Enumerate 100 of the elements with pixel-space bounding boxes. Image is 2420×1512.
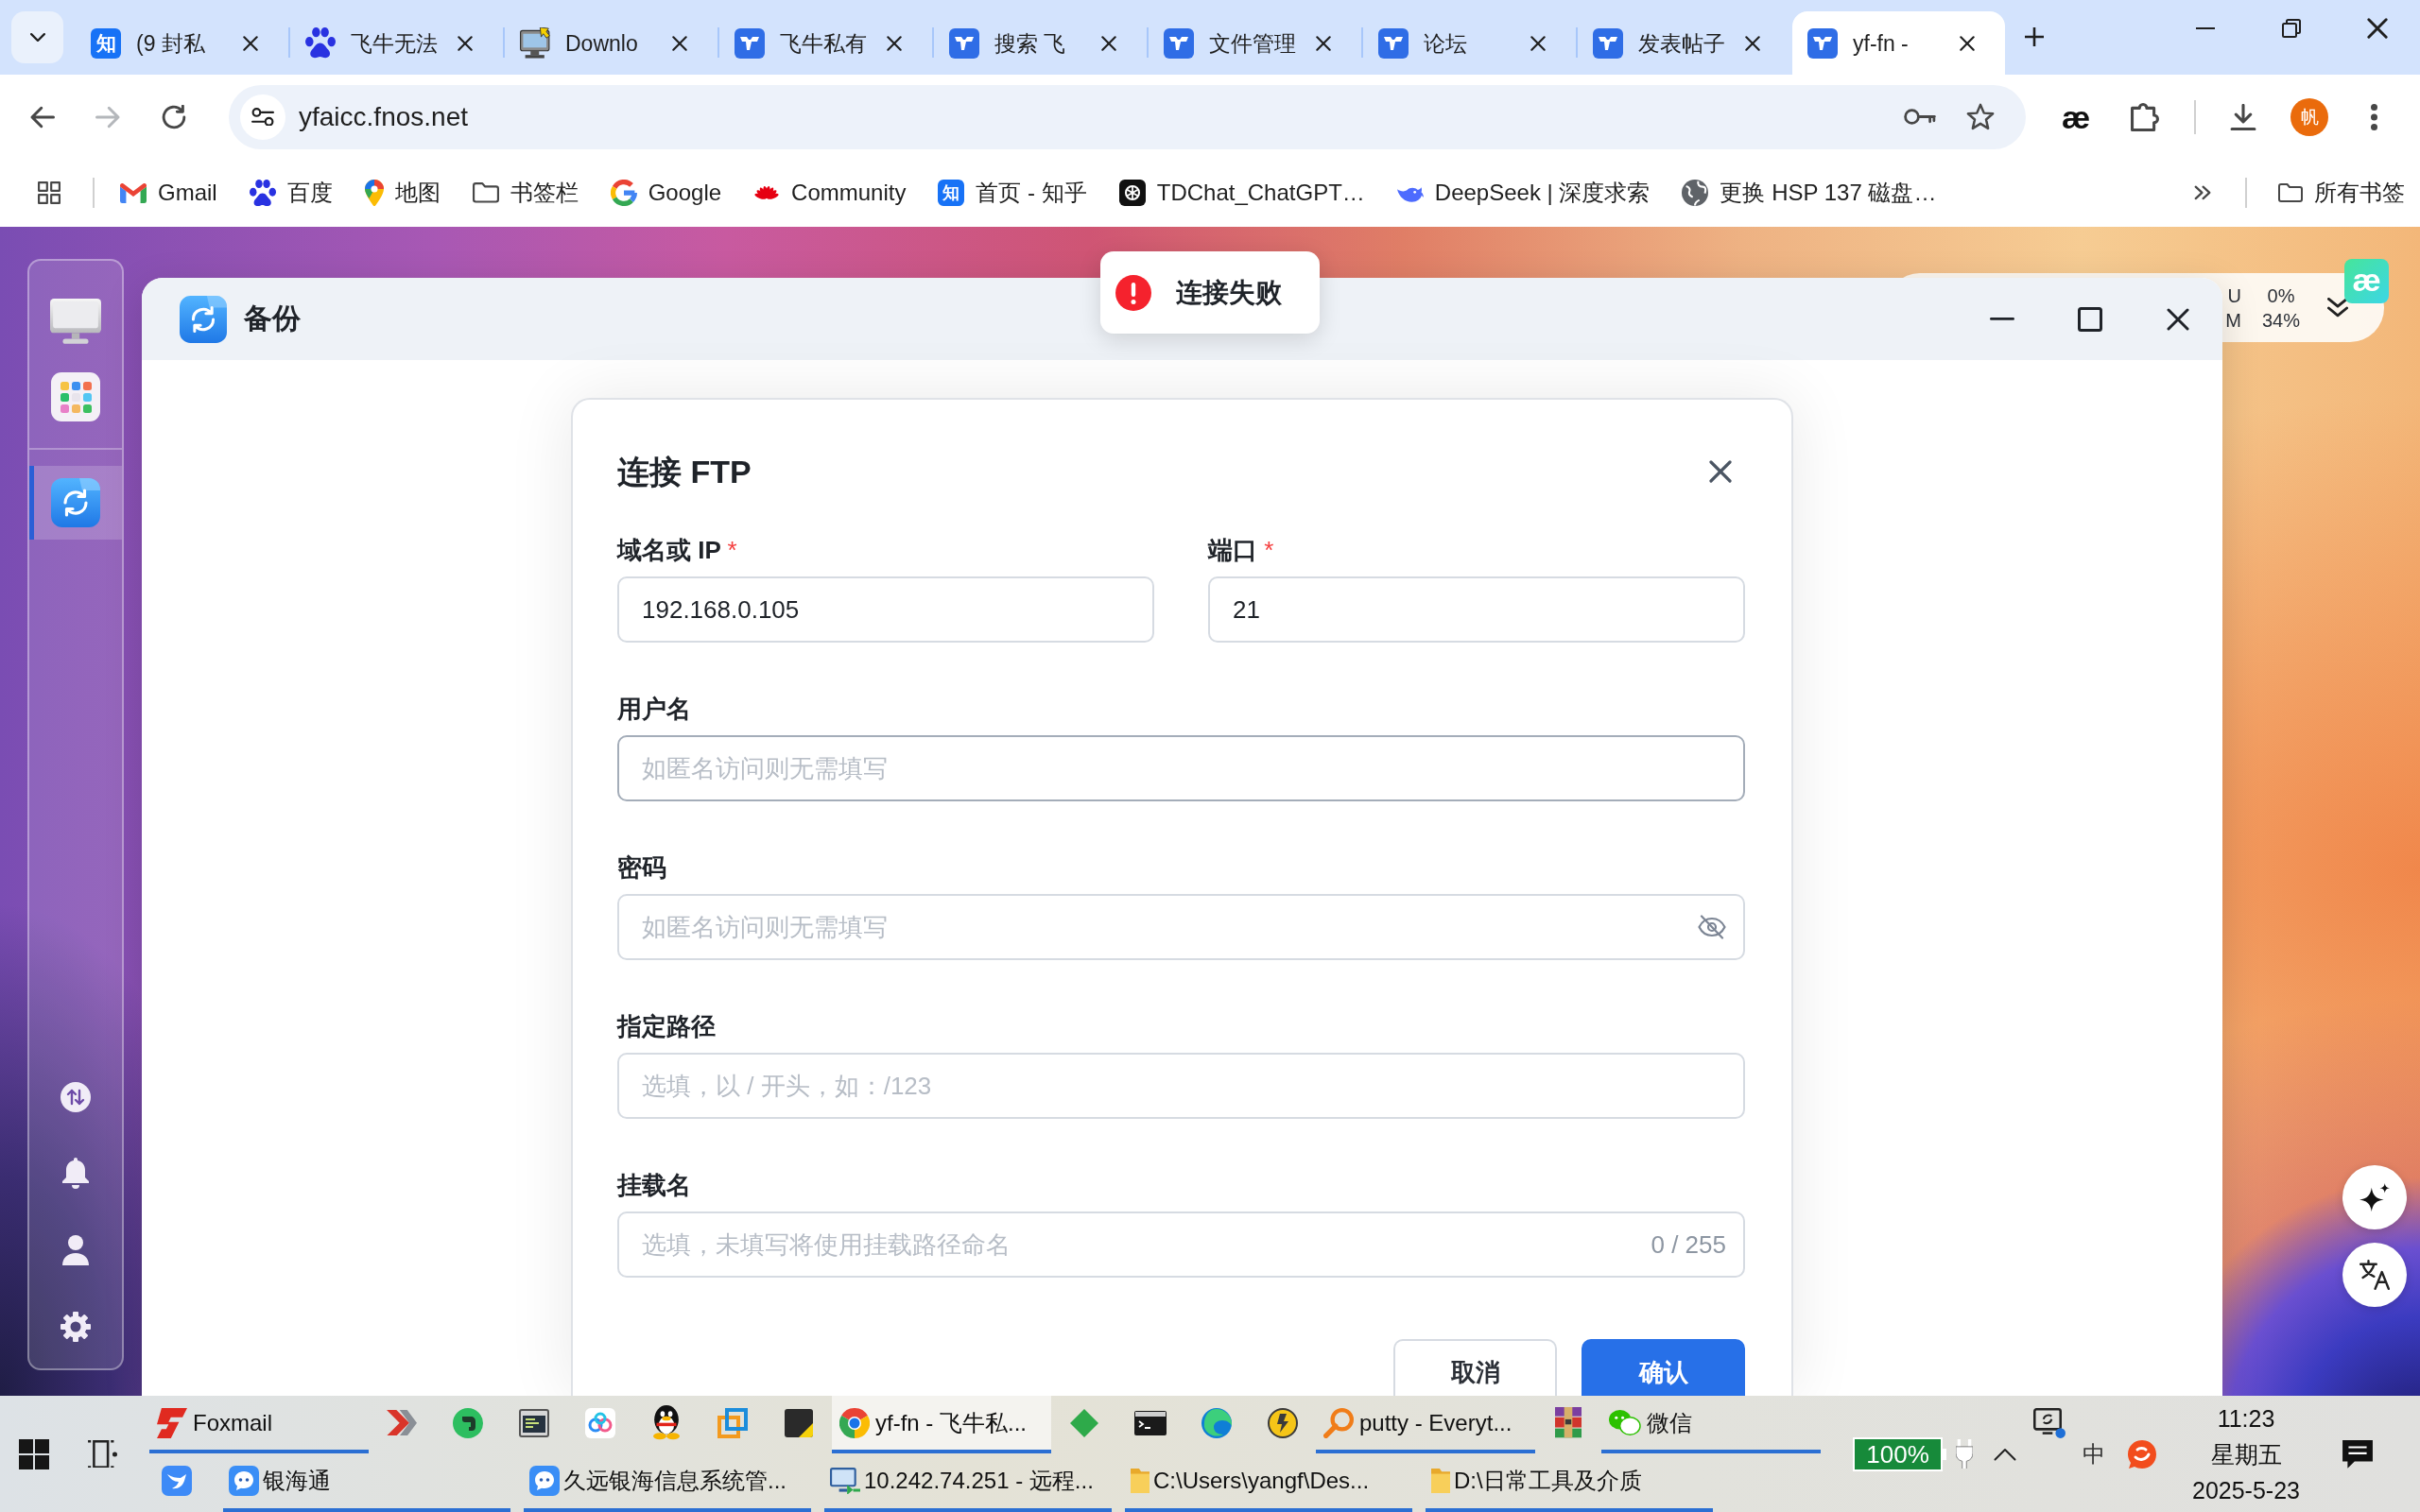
browser-tab[interactable]: 搜索 飞 xyxy=(934,11,1147,75)
browser-tab[interactable]: 飞牛无法 xyxy=(290,11,503,75)
taskbar-item[interactable]: Foxmail xyxy=(149,1396,369,1453)
field-label: 密码 xyxy=(617,852,667,884)
close-icon xyxy=(1709,460,1732,483)
cancel-button[interactable]: 取消 xyxy=(1393,1339,1557,1396)
dialog-title: 连接 FTP xyxy=(617,453,752,491)
horns-logo-icon xyxy=(1593,27,1623,59)
terminal-icon xyxy=(1134,1410,1167,1435)
notifications-button[interactable] xyxy=(2342,1438,2374,1469)
input-method-button[interactable] xyxy=(2128,1439,2156,1469)
horns-logo-icon xyxy=(1378,27,1409,59)
input-field[interactable]: 选填，以 / 开头，如：/123 xyxy=(617,1053,1745,1119)
all-bookmarks-button[interactable]: 所有书签 xyxy=(2263,170,2420,215)
confirm-button[interactable]: 确认 xyxy=(1582,1339,1745,1396)
bookmark-link[interactable]: Gmail xyxy=(105,170,233,215)
browser-tab[interactable]: yf-fn - xyxy=(1792,11,2005,75)
browser-tab[interactable]: 飞牛私有 xyxy=(719,11,932,75)
browser-tab[interactable]: 文件管理 xyxy=(1149,11,1361,75)
taskbar-item[interactable]: C:\Users\yangf\Des... xyxy=(1125,1453,1412,1512)
input-field[interactable]: 21 xyxy=(1208,576,1745,643)
flower-logo-icon xyxy=(753,185,781,200)
double-chevron-icon[interactable] xyxy=(2327,298,2348,318)
close-icon xyxy=(2366,18,2388,39)
sparkle-button[interactable] xyxy=(2342,1165,2407,1229)
minimize-icon xyxy=(1990,318,2014,320)
extension-button[interactable]: æ xyxy=(2053,94,2099,140)
taskbar-item[interactable]: 微信 xyxy=(1601,1396,1821,1453)
address-bar[interactable]: yfaicc.fnos.net xyxy=(229,84,2026,149)
bookmark-link[interactable]: Community xyxy=(738,170,922,215)
mail-icon xyxy=(120,182,147,203)
monitor-value: 34% xyxy=(2262,308,2300,333)
field-label: 挂载名 xyxy=(617,1170,692,1201)
computer-icon xyxy=(520,27,550,59)
sync-app-icon xyxy=(180,295,227,343)
eye-off-icon[interactable] xyxy=(1698,915,1726,939)
taskbar-item[interactable]: 银海通 xyxy=(223,1453,510,1512)
clock-weekday[interactable]: 星期五 xyxy=(2210,1435,2282,1472)
input-field[interactable]: 如匿名访问则无需填写 xyxy=(617,735,1745,801)
taskbar-item[interactable]: D:\日常工具及介质 xyxy=(1426,1453,1713,1512)
sticky-note-icon xyxy=(785,1408,813,1437)
user-icon xyxy=(62,1234,89,1265)
gear-icon xyxy=(60,1311,91,1342)
horns-logo-icon xyxy=(1164,27,1194,59)
site-logo: 知 xyxy=(91,27,121,59)
browser-tab[interactable]: 发表帖子 xyxy=(1578,11,1790,75)
password-field[interactable]: 如匿名访问则无需填写 xyxy=(617,894,1745,960)
bell-icon xyxy=(62,1158,89,1189)
squares-icon xyxy=(717,1407,748,1438)
plug-icon xyxy=(1956,1438,1973,1469)
taskbar-item[interactable]: putty - Everyt... xyxy=(1316,1396,1535,1453)
download-icon xyxy=(2230,103,2256,130)
remote-desktop-icon xyxy=(830,1467,860,1495)
site-info-button[interactable] xyxy=(240,94,285,140)
close-icon xyxy=(672,35,687,51)
field-label: 用户名 xyxy=(617,694,692,725)
clock-time[interactable]: 11:23 xyxy=(2217,1400,2275,1436)
four-squares-icon xyxy=(19,1438,49,1469)
monitor-icon xyxy=(50,299,101,344)
field-label: 域名或 IP * xyxy=(617,535,738,566)
url-field[interactable]: yfaicc.fnos.net xyxy=(299,97,1897,136)
taskbar-item[interactable]: 久远银海信息系统管... xyxy=(524,1453,811,1512)
bookmark-link[interactable]: 知 首页 - 知乎 xyxy=(923,170,1102,215)
app-grid-icon xyxy=(51,372,100,421)
bookmark-link[interactable]: 书签栏 xyxy=(457,170,594,215)
clock-date[interactable]: 2025-5-23 xyxy=(2192,1471,2300,1508)
browser-tab[interactable]: 知 (9 封私 xyxy=(76,11,288,75)
bookmark-link[interactable]: 百度 xyxy=(233,170,348,215)
taskbar-item[interactable]: 10.242.74.251 - 远程... xyxy=(824,1453,1112,1512)
chat-face-icon xyxy=(529,1466,560,1496)
close-icon xyxy=(1316,35,1331,51)
input-language-indicator[interactable]: 中 xyxy=(2083,1438,2105,1469)
bookmark-link[interactable]: Google xyxy=(595,170,737,215)
transfer-icon xyxy=(60,1081,91,1112)
app-grid-icon xyxy=(38,181,60,204)
dock-item[interactable] xyxy=(29,466,122,540)
paw-icon xyxy=(249,179,276,207)
bookmark-link[interactable]: TDChat_ChatGPT… xyxy=(1103,170,1380,215)
globe-icon xyxy=(1682,180,1709,206)
toast-text: 连接失败 xyxy=(1176,276,1282,309)
tray-app-button[interactable] xyxy=(2033,1408,2066,1438)
browser-tab[interactable]: 论坛 xyxy=(1363,11,1576,75)
caret-up-icon xyxy=(1994,1447,2016,1461)
folder-icon xyxy=(2278,183,2303,202)
show-hidden-icons-button[interactable] xyxy=(1994,1447,2016,1461)
bookmark-link[interactable]: DeepSeek | 深度求索 xyxy=(1381,170,1666,215)
rings-icon xyxy=(585,1407,615,1438)
taskbar-item[interactable]: yf-fn - 飞牛私... xyxy=(832,1396,1051,1453)
minimize-icon xyxy=(2195,27,2215,29)
diamond-icon xyxy=(1070,1408,1098,1437)
horns-logo-icon xyxy=(735,27,765,59)
bookmark-link[interactable]: 地图 xyxy=(349,170,456,215)
magnifier-icon xyxy=(1323,1407,1354,1438)
translate-button[interactable] xyxy=(2342,1243,2407,1307)
reload-icon xyxy=(162,104,186,129)
input-field[interactable]: 192.168.0.105 xyxy=(617,576,1154,643)
browser-tab[interactable]: Downlo xyxy=(505,11,717,75)
bookmark-link[interactable]: 更换 HSP 137 磁盘… xyxy=(1667,170,1952,215)
ring-logo-icon xyxy=(610,180,637,206)
star-icon xyxy=(1966,103,1995,130)
